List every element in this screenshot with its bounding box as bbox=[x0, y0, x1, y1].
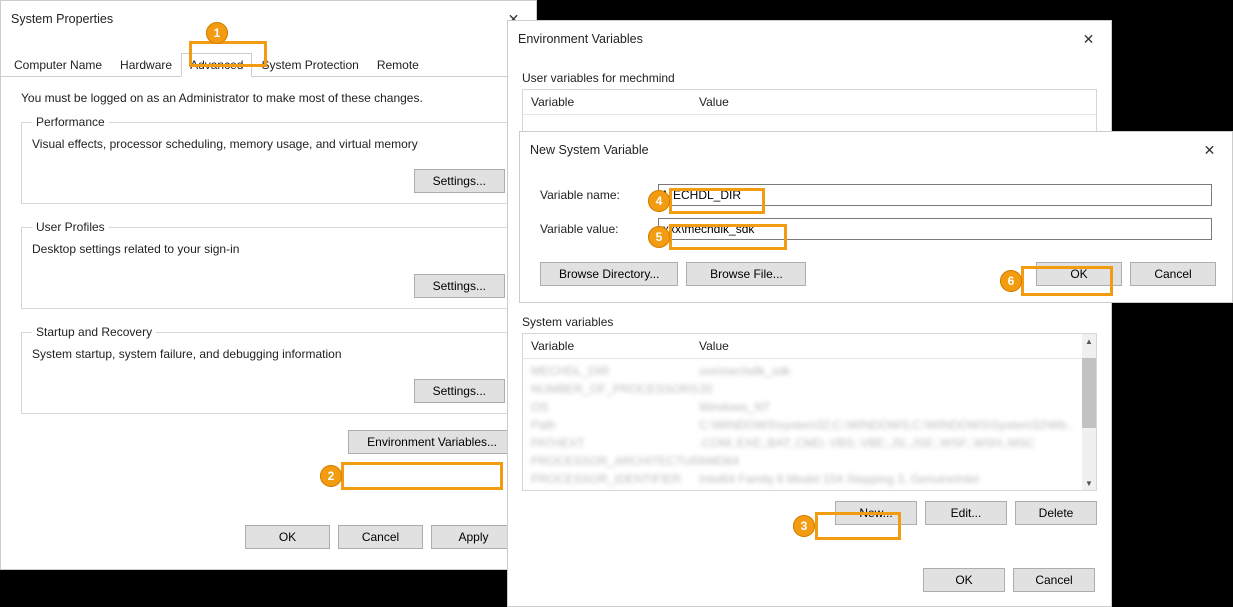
user-variables-list[interactable]: Variable Value bbox=[522, 89, 1097, 135]
close-icon[interactable]: ✕ bbox=[1187, 136, 1232, 164]
startup-recovery-settings-button[interactable]: Settings... bbox=[414, 379, 505, 403]
titlebar: System Properties ✕ bbox=[1, 1, 536, 41]
system-variables-list[interactable]: Variable Value MECHDL_DIRxxx\mechdlk_sdk… bbox=[522, 333, 1097, 491]
user-profiles-legend: User Profiles bbox=[32, 220, 109, 234]
browse-directory-button[interactable]: Browse Directory... bbox=[540, 262, 678, 286]
tab-strip: Computer Name Hardware Advanced System P… bbox=[1, 53, 536, 77]
dialog-title: Environment Variables bbox=[518, 32, 643, 46]
titlebar: New System Variable ✕ bbox=[520, 132, 1232, 168]
annotation-badge-1: 1 bbox=[206, 22, 228, 44]
startup-recovery-desc: System startup, system failure, and debu… bbox=[32, 347, 505, 361]
tab-hardware[interactable]: Hardware bbox=[111, 53, 181, 76]
scroll-down-arrow-icon[interactable]: ▼ bbox=[1082, 476, 1096, 490]
col-value[interactable]: Value bbox=[691, 334, 1096, 358]
performance-desc: Visual effects, processor scheduling, me… bbox=[32, 137, 505, 151]
variable-value-input[interactable] bbox=[658, 218, 1212, 240]
table-row[interactable]: PROCESSOR_ARCHITECTUREAMD64 bbox=[523, 452, 1082, 470]
user-profiles-settings-button[interactable]: Settings... bbox=[414, 274, 505, 298]
performance-settings-button[interactable]: Settings... bbox=[414, 169, 505, 193]
dialog-title: New System Variable bbox=[530, 143, 649, 157]
new-system-variable-dialog: New System Variable ✕ Variable name: Var… bbox=[519, 131, 1233, 303]
variable-name-input[interactable] bbox=[658, 184, 1212, 206]
sysvar-delete-button[interactable]: Delete bbox=[1015, 501, 1097, 525]
newvar-buttons: Browse Directory... Browse File... OK Ca… bbox=[520, 250, 1232, 294]
environment-variables-button[interactable]: Environment Variables... bbox=[348, 430, 516, 454]
titlebar: Environment Variables ✕ bbox=[508, 21, 1111, 61]
col-variable[interactable]: Variable bbox=[523, 90, 691, 114]
system-properties-dialog: System Properties ✕ Computer Name Hardwa… bbox=[0, 0, 537, 570]
variable-name-label: Variable name: bbox=[540, 188, 658, 202]
advanced-panel: You must be logged on as an Administrato… bbox=[1, 77, 536, 515]
annotation-badge-6: 6 bbox=[1000, 270, 1022, 292]
annotation-badge-4: 4 bbox=[648, 190, 670, 212]
user-profiles-desc: Desktop settings related to your sign-in bbox=[32, 242, 505, 256]
col-value[interactable]: Value bbox=[691, 90, 1096, 114]
user-profiles-group: User Profiles Desktop settings related t… bbox=[21, 220, 516, 309]
startup-recovery-legend: Startup and Recovery bbox=[32, 325, 156, 339]
system-variables-rows: MECHDL_DIRxxx\mechdlk_sdk NUMBER_OF_PROC… bbox=[523, 362, 1082, 490]
sysprop-bottom-buttons: OK Cancel Apply bbox=[1, 515, 536, 569]
annotation-badge-5: 5 bbox=[648, 226, 670, 248]
newvar-ok-button[interactable]: OK bbox=[1036, 262, 1122, 286]
scroll-thumb[interactable] bbox=[1082, 358, 1096, 428]
sysvar-edit-button[interactable]: Edit... bbox=[925, 501, 1007, 525]
table-row[interactable]: PATHEXT.COM;.EXE;.BAT;.CMD;.VBS;.VBE;.JS… bbox=[523, 434, 1082, 452]
table-row[interactable]: MECHDL_DIRxxx\mechdlk_sdk bbox=[523, 362, 1082, 380]
col-variable[interactable]: Variable bbox=[523, 334, 691, 358]
newvar-cancel-button[interactable]: Cancel bbox=[1130, 262, 1216, 286]
envvars-bottom-buttons: OK Cancel bbox=[508, 548, 1111, 606]
sysprop-cancel-button[interactable]: Cancel bbox=[338, 525, 423, 549]
tab-system-protection[interactable]: System Protection bbox=[252, 53, 367, 76]
performance-group: Performance Visual effects, processor sc… bbox=[21, 115, 516, 204]
variable-value-label: Variable value: bbox=[540, 222, 658, 236]
admin-note: You must be logged on as an Administrato… bbox=[21, 91, 516, 105]
scroll-up-arrow-icon[interactable]: ▲ bbox=[1082, 334, 1096, 348]
sysprop-ok-button[interactable]: OK bbox=[245, 525, 330, 549]
annotation-badge-3: 3 bbox=[793, 515, 815, 537]
tab-advanced[interactable]: Advanced bbox=[181, 53, 252, 77]
close-icon[interactable]: ✕ bbox=[1066, 25, 1111, 53]
table-row[interactable]: OSWindows_NT bbox=[523, 398, 1082, 416]
table-row[interactable]: PathC:\WINDOWS\system32;C:\WINDOWS;C:\WI… bbox=[523, 416, 1082, 434]
sysprop-apply-button[interactable]: Apply bbox=[431, 525, 516, 549]
startup-recovery-group: Startup and Recovery System startup, sys… bbox=[21, 325, 516, 414]
tab-remote[interactable]: Remote bbox=[368, 53, 428, 76]
envvars-cancel-button[interactable]: Cancel bbox=[1013, 568, 1095, 592]
table-row[interactable]: PROCESSOR_IDENTIFIERIntel64 Family 6 Mod… bbox=[523, 470, 1082, 488]
performance-legend: Performance bbox=[32, 115, 109, 129]
dialog-title: System Properties bbox=[11, 12, 113, 26]
sysvar-new-button[interactable]: New... bbox=[835, 501, 917, 525]
tab-computer-name[interactable]: Computer Name bbox=[5, 53, 111, 76]
annotation-badge-2: 2 bbox=[320, 465, 342, 487]
system-variables-label: System variables bbox=[508, 311, 1111, 333]
table-row[interactable]: NUMBER_OF_PROCESSORS20 bbox=[523, 380, 1082, 398]
variable-name-row: Variable name: bbox=[520, 178, 1232, 212]
user-variables-label: User variables for mechmind bbox=[508, 61, 1111, 89]
envvars-ok-button[interactable]: OK bbox=[923, 568, 1005, 592]
browse-file-button[interactable]: Browse File... bbox=[686, 262, 806, 286]
variable-value-row: Variable value: bbox=[520, 212, 1232, 246]
